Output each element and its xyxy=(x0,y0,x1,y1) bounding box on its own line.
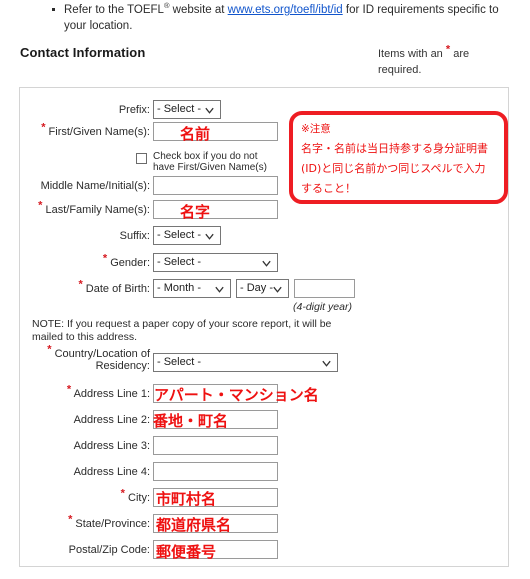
chevron-down-icon xyxy=(262,260,271,267)
prefix-select-value: - Select - xyxy=(157,103,202,115)
chevron-down-icon xyxy=(205,233,214,240)
warning-annotation-line-3: すること！ xyxy=(301,182,356,195)
country-residency-value: - Select - xyxy=(157,356,202,368)
ets-id-requirements-link[interactable]: www.ets.org/toefl/ibt/id xyxy=(228,4,343,16)
bullet-text-before: Refer to the TOEFL xyxy=(64,4,164,16)
birth-day-select[interactable]: - Day - xyxy=(236,279,289,298)
gender-label-text: Gender: xyxy=(110,257,150,269)
birth-day-value: - Day - xyxy=(240,282,273,294)
state-province-label: * State/Province: xyxy=(20,514,150,531)
birth-month-select[interactable]: - Month - xyxy=(153,279,231,298)
address-line-3-input[interactable] xyxy=(153,436,278,455)
postal-code-label: Postal/Zip Code: xyxy=(68,544,150,556)
chevron-down-icon xyxy=(215,286,224,293)
required-asterisk-icon: * xyxy=(66,383,72,396)
postal-code-input[interactable] xyxy=(153,540,278,559)
address-line-2-input[interactable] xyxy=(153,410,278,429)
required-note-before: Items with an xyxy=(378,48,446,60)
address-line-4-input[interactable] xyxy=(153,462,278,481)
middle-name-input[interactable] xyxy=(153,176,278,195)
mailing-address-note: NOTE: If you request a paper copy of you… xyxy=(32,318,332,343)
required-asterisk-icon: * xyxy=(47,343,52,356)
last-name-input[interactable] xyxy=(153,200,278,219)
chevron-down-icon xyxy=(322,360,331,367)
no-first-name-checkbox-label: Check box if you do not have First/Given… xyxy=(153,151,267,173)
required-asterisk-icon: * xyxy=(78,278,83,291)
required-items-note: Items with an * are required. xyxy=(378,44,508,78)
country-residency-label: * Country/Location of Residency: xyxy=(30,344,150,372)
page-title: Contact Information xyxy=(20,45,146,60)
gender-select-value: - Select - xyxy=(157,256,202,268)
last-name-label: * Last/Family Name(s): xyxy=(20,200,150,217)
date-of-birth-label-text: Date of Birth: xyxy=(85,283,150,295)
first-name-input[interactable] xyxy=(153,122,278,141)
date-of-birth-label: * Date of Birth: xyxy=(20,279,150,296)
no-first-name-checkbox[interactable] xyxy=(136,153,147,164)
city-input[interactable] xyxy=(153,488,278,507)
required-asterisk-icon: * xyxy=(68,513,73,526)
city-label-text: City: xyxy=(128,492,150,504)
city-label: * City: xyxy=(20,488,150,505)
warning-annotation-box: ※注意 名字・名前は当日持参する身分証明書 (ID)と同じ名前かつ同じスペルで入… xyxy=(289,111,508,204)
suffix-label: Suffix: xyxy=(119,230,150,242)
prefix-select[interactable]: - Select - xyxy=(153,100,221,119)
state-province-label-text: State/Province: xyxy=(75,518,150,530)
birth-year-hint: (4-digit year) xyxy=(293,301,352,313)
instructions-block: Refer to the TOEFL® website at www.ets.o… xyxy=(52,2,508,34)
chevron-down-icon xyxy=(205,107,214,114)
warning-annotation-title: ※注意 xyxy=(301,123,331,135)
gender-label: * Gender: xyxy=(20,253,150,270)
chevron-down-icon xyxy=(273,286,282,293)
first-name-label-text: First/Given Name(s): xyxy=(48,126,150,138)
country-residency-label-text: Country/Location of Residency: xyxy=(54,348,150,372)
prefix-label: Prefix: xyxy=(118,104,150,116)
birth-year-input[interactable] xyxy=(294,279,355,298)
suffix-select-value: - Select - xyxy=(157,229,202,241)
middle-name-label: Middle Name/Initial(s): xyxy=(40,180,150,192)
suffix-select[interactable]: - Select - xyxy=(153,226,221,245)
warning-annotation-line-2: (ID)と同じ名前かつ同じスペルで入力 xyxy=(301,162,486,175)
required-asterisk-icon: * xyxy=(120,487,125,500)
address-line-1-label: * Address Line 1: xyxy=(20,384,150,401)
instruction-bullet: Refer to the TOEFL® website at www.ets.o… xyxy=(52,2,508,34)
birth-month-value: - Month - xyxy=(157,282,202,294)
address-line-1-input[interactable] xyxy=(153,384,278,403)
last-name-label-text: Last/Family Name(s): xyxy=(45,204,150,216)
address-line-2-label: Address Line 2: xyxy=(73,414,150,426)
state-province-input[interactable] xyxy=(153,514,278,533)
address-line-4-label: Address Line 4: xyxy=(73,466,150,478)
bullet-text-mid: website at xyxy=(169,4,228,16)
country-residency-select[interactable]: - Select - xyxy=(153,353,338,372)
required-asterisk-icon: * xyxy=(102,252,108,265)
address-line-3-label: Address Line 3: xyxy=(73,440,150,452)
address-line-1-label-text: Address Line 1: xyxy=(73,388,150,400)
gender-select[interactable]: - Select - xyxy=(153,253,278,272)
first-name-label: * First/Given Name(s): xyxy=(20,122,150,139)
required-asterisk-icon: * xyxy=(38,199,43,212)
required-asterisk-icon: * xyxy=(41,121,46,134)
warning-annotation-text: ※注意 名字・名前は当日持参する身分証明書 (ID)と同じ名前かつ同じスペルで入… xyxy=(301,119,501,199)
warning-annotation-line-1: 名字・名前は当日持参する身分証明書 xyxy=(301,142,488,155)
